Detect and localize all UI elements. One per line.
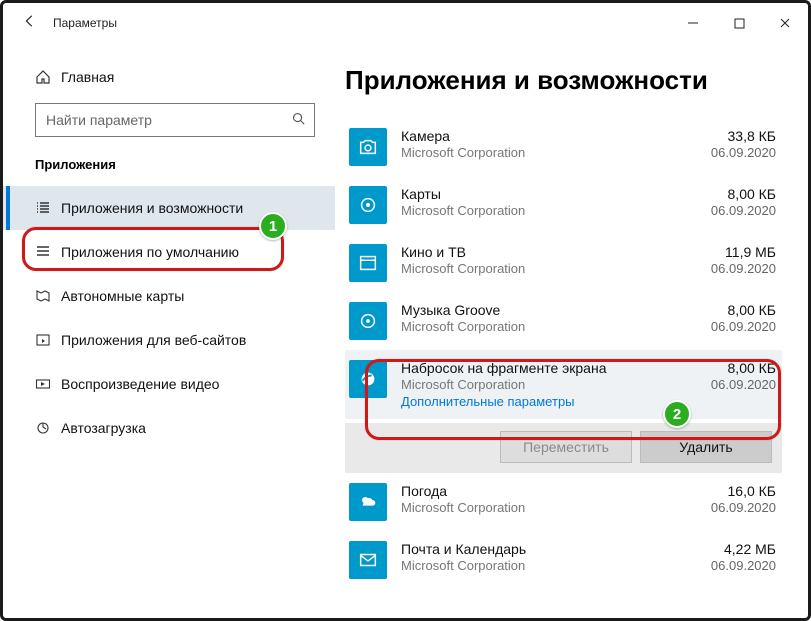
app-size: 8,00 КБ — [690, 186, 776, 202]
sidebar-item-startup[interactable]: Автозагрузка — [3, 406, 335, 450]
sidebar-item-offline-maps[interactable]: Автономные карты — [3, 274, 335, 318]
music-icon — [349, 302, 387, 340]
app-name: Камера — [401, 128, 680, 144]
search-placeholder: Найти параметр — [46, 112, 291, 128]
app-size: 4,22 МБ — [690, 541, 776, 557]
website-icon — [35, 332, 61, 348]
app-publisher: Microsoft Corporation — [401, 377, 680, 392]
home-label: Главная — [61, 69, 114, 85]
minimize-button[interactable] — [670, 3, 716, 43]
maximize-button[interactable] — [716, 3, 762, 43]
app-name: Погода — [401, 483, 680, 499]
app-date: 06.09.2020 — [690, 319, 776, 334]
home-nav[interactable]: Главная — [3, 55, 335, 99]
sidebar-item-label: Приложения для веб-сайтов — [61, 332, 246, 348]
app-date: 06.09.2020 — [690, 203, 776, 218]
app-name: Почта и Календарь — [401, 541, 680, 557]
app-name: Карты — [401, 186, 680, 202]
app-action-row: Переместить Удалить — [345, 423, 782, 473]
sidebar-item-label: Автономные карты — [61, 288, 184, 304]
window-title: Параметры — [49, 16, 670, 30]
app-publisher: Microsoft Corporation — [401, 203, 680, 218]
app-name: Кино и ТВ — [401, 244, 680, 260]
sidebar: Главная Найти параметр Приложения Прилож… — [3, 43, 335, 618]
app-publisher: Microsoft Corporation — [401, 145, 680, 160]
search-input[interactable]: Найти параметр — [35, 103, 315, 137]
sidebar-item-websites-apps[interactable]: Приложения для веб-сайтов — [3, 318, 335, 362]
sidebar-item-default-apps[interactable]: Приложения по умолчанию — [3, 230, 335, 274]
app-item-maps[interactable]: Карты Microsoft Corporation 8,00 КБ 06.0… — [345, 176, 782, 234]
sidebar-item-video-playback[interactable]: Воспроизведение видео — [3, 362, 335, 406]
app-publisher: Microsoft Corporation — [401, 319, 680, 334]
app-item-groove[interactable]: Музыка Groove Microsoft Corporation 8,00… — [345, 292, 782, 350]
app-name: Набросок на фрагменте экрана — [401, 360, 680, 376]
app-date: 06.09.2020 — [690, 145, 776, 160]
app-date: 06.09.2020 — [690, 261, 776, 276]
uninstall-button[interactable]: Удалить — [640, 431, 772, 463]
movies-icon — [349, 244, 387, 282]
app-date: 06.09.2020 — [690, 500, 776, 515]
maps-icon — [349, 186, 387, 224]
app-size: 16,0 КБ — [690, 483, 776, 499]
app-size: 8,00 КБ — [690, 360, 776, 376]
mail-icon — [349, 541, 387, 579]
app-date: 06.09.2020 — [690, 377, 776, 392]
app-item-mail[interactable]: Почта и Календарь Microsoft Corporation … — [345, 531, 782, 589]
map-icon — [35, 288, 61, 304]
settings-window: Параметры Главная Найти параметр — [0, 0, 811, 621]
app-name: Музыка Groove — [401, 302, 680, 318]
app-item-camera[interactable]: Камера Microsoft Corporation 33,8 КБ 06.… — [345, 118, 782, 176]
app-size: 11,9 МБ — [690, 244, 776, 260]
move-button[interactable]: Переместить — [500, 431, 632, 463]
sidebar-nav: Приложения и возможности Приложения по у… — [3, 186, 335, 450]
video-icon — [35, 376, 61, 392]
app-list: Камера Microsoft Corporation 33,8 КБ 06.… — [345, 118, 782, 589]
back-button[interactable] — [11, 14, 49, 33]
startup-icon — [35, 420, 61, 436]
window-controls — [670, 3, 808, 43]
camera-icon — [349, 128, 387, 166]
sidebar-item-apps-features[interactable]: Приложения и возможности — [3, 186, 335, 230]
titlebar: Параметры — [3, 3, 808, 43]
close-button[interactable] — [762, 3, 808, 43]
app-item-weather[interactable]: Погода Microsoft Corporation 16,0 КБ 06.… — [345, 473, 782, 531]
sidebar-item-label: Автозагрузка — [61, 420, 146, 436]
main-panel: Приложения и возможности Камера Microsof… — [335, 43, 808, 618]
app-item-movies[interactable]: Кино и ТВ Microsoft Corporation 11,9 МБ … — [345, 234, 782, 292]
app-size: 8,00 КБ — [690, 302, 776, 318]
app-date: 06.09.2020 — [690, 558, 776, 573]
search-icon — [291, 111, 306, 129]
list-icon — [35, 200, 61, 216]
home-icon — [35, 69, 61, 85]
app-item-snip[interactable]: Набросок на фрагменте экрана Microsoft C… — [345, 350, 782, 419]
sidebar-item-label: Приложения по умолчанию — [61, 244, 239, 260]
defaults-icon — [35, 244, 61, 260]
sidebar-item-label: Приложения и возможности — [61, 200, 243, 216]
sidebar-section-label: Приложения — [3, 155, 335, 186]
weather-icon — [349, 483, 387, 521]
app-publisher: Microsoft Corporation — [401, 261, 680, 276]
sidebar-item-label: Воспроизведение видео — [61, 376, 219, 392]
app-publisher: Microsoft Corporation — [401, 500, 680, 515]
advanced-options-link[interactable]: Дополнительные параметры — [401, 394, 680, 409]
snip-icon — [349, 360, 387, 398]
page-title: Приложения и возможности — [345, 65, 782, 96]
app-size: 33,8 КБ — [690, 128, 776, 144]
app-publisher: Microsoft Corporation — [401, 558, 680, 573]
